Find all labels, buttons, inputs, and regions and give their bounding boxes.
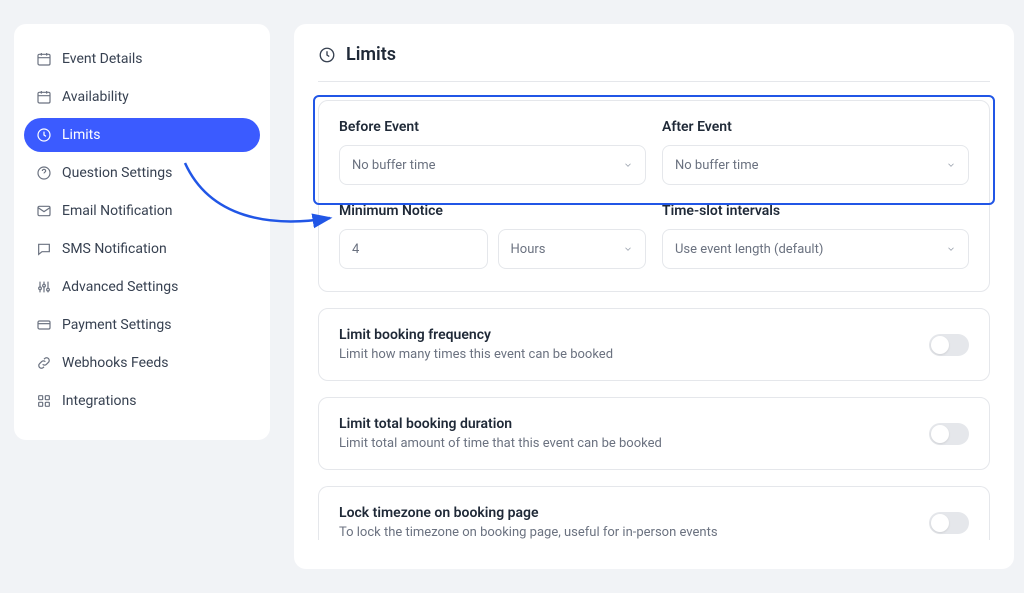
sidebar-item-label: Payment Settings	[62, 317, 172, 333]
sidebar-item-label: Availability	[62, 89, 129, 105]
timeslot-label: Time-slot intervals	[662, 203, 969, 219]
chevron-down-icon	[623, 244, 633, 254]
before-event-label: Before Event	[339, 119, 646, 135]
link-icon	[36, 355, 52, 371]
lock-timezone-card: Lock timezone on booking page To lock th…	[318, 486, 990, 540]
lock-timezone-title: Lock timezone on booking page	[339, 505, 718, 521]
clock-icon	[36, 127, 52, 143]
minimum-notice-label: Minimum Notice	[339, 203, 646, 219]
clock-icon	[318, 46, 336, 64]
limit-duration-desc: Limit total amount of time that this eve…	[339, 436, 662, 451]
before-event-select[interactable]: No buffer time	[339, 145, 646, 185]
sidebar-item-event-details[interactable]: Event Details	[24, 42, 260, 76]
limit-frequency-desc: Limit how many times this event can be b…	[339, 347, 613, 362]
lock-timezone-desc: To lock the timezone on booking page, us…	[339, 525, 718, 540]
sidebar-item-label: Question Settings	[62, 165, 172, 181]
limit-frequency-text: Limit booking frequency Limit how many t…	[339, 327, 613, 362]
sidebar-item-question-settings[interactable]: Question Settings	[24, 156, 260, 190]
sidebar-item-sms-notification[interactable]: SMS Notification	[24, 232, 260, 266]
lock-timezone-text: Lock timezone on booking page To lock th…	[339, 505, 718, 540]
minimum-notice-unit-select[interactable]: Hours	[498, 229, 647, 269]
limit-frequency-toggle[interactable]	[929, 334, 969, 356]
grid-icon	[36, 393, 52, 409]
page-header: Limits	[318, 44, 990, 82]
timeslot-select[interactable]: Use event length (default)	[662, 229, 969, 269]
page-title: Limits	[346, 44, 396, 65]
minimum-notice-value: 4	[352, 242, 359, 257]
after-event-select[interactable]: No buffer time	[662, 145, 969, 185]
sidebar-item-label: Limits	[62, 127, 100, 143]
limit-frequency-card: Limit booking frequency Limit how many t…	[318, 308, 990, 381]
sidebar-item-label: Event Details	[62, 51, 143, 67]
mail-icon	[36, 203, 52, 219]
calendar-icon	[36, 51, 52, 67]
sidebar-item-label: Integrations	[62, 393, 136, 409]
main-panel: Limits Before Event No buffer time After…	[294, 24, 1014, 569]
before-event-value: No buffer time	[352, 158, 436, 173]
sidebar-item-payment-settings[interactable]: Payment Settings	[24, 308, 260, 342]
sidebar-item-label: Email Notification	[62, 203, 173, 219]
timeslot-value: Use event length (default)	[675, 242, 823, 257]
chevron-down-icon	[946, 244, 956, 254]
limit-duration-text: Limit total booking duration Limit total…	[339, 416, 662, 451]
sidebar-item-advanced-settings[interactable]: Advanced Settings	[24, 270, 260, 304]
calendar-check-icon	[36, 89, 52, 105]
question-icon	[36, 165, 52, 181]
lock-timezone-toggle[interactable]	[929, 512, 969, 534]
sidebar-item-label: SMS Notification	[62, 241, 167, 257]
limit-frequency-title: Limit booking frequency	[339, 327, 613, 343]
sidebar: Event Details Availability Limits Questi…	[14, 24, 270, 440]
before-event-field: Before Event No buffer time	[339, 119, 646, 185]
sidebar-item-availability[interactable]: Availability	[24, 80, 260, 114]
limit-duration-toggle[interactable]	[929, 423, 969, 445]
minimum-notice-input[interactable]: 4	[339, 229, 488, 269]
sidebar-item-limits[interactable]: Limits	[24, 118, 260, 152]
sidebar-item-email-notification[interactable]: Email Notification	[24, 194, 260, 228]
after-event-label: After Event	[662, 119, 969, 135]
sidebar-item-label: Webhooks Feeds	[62, 355, 169, 371]
sliders-icon	[36, 279, 52, 295]
card-icon	[36, 317, 52, 333]
minimum-notice-field: Minimum Notice 4 Hours	[339, 203, 646, 269]
chevron-down-icon	[623, 160, 633, 170]
limit-duration-card: Limit total booking duration Limit total…	[318, 397, 990, 470]
timeslot-field: Time-slot intervals Use event length (de…	[662, 203, 969, 269]
sidebar-item-integrations[interactable]: Integrations	[24, 384, 260, 418]
minimum-notice-unit-value: Hours	[511, 242, 546, 257]
chevron-down-icon	[946, 160, 956, 170]
buffer-card: Before Event No buffer time After Event …	[318, 100, 990, 292]
after-event-value: No buffer time	[675, 158, 759, 173]
sidebar-item-webhooks-feeds[interactable]: Webhooks Feeds	[24, 346, 260, 380]
sidebar-item-label: Advanced Settings	[62, 279, 178, 295]
limit-duration-title: Limit total booking duration	[339, 416, 662, 432]
after-event-field: After Event No buffer time	[662, 119, 969, 185]
chat-icon	[36, 241, 52, 257]
